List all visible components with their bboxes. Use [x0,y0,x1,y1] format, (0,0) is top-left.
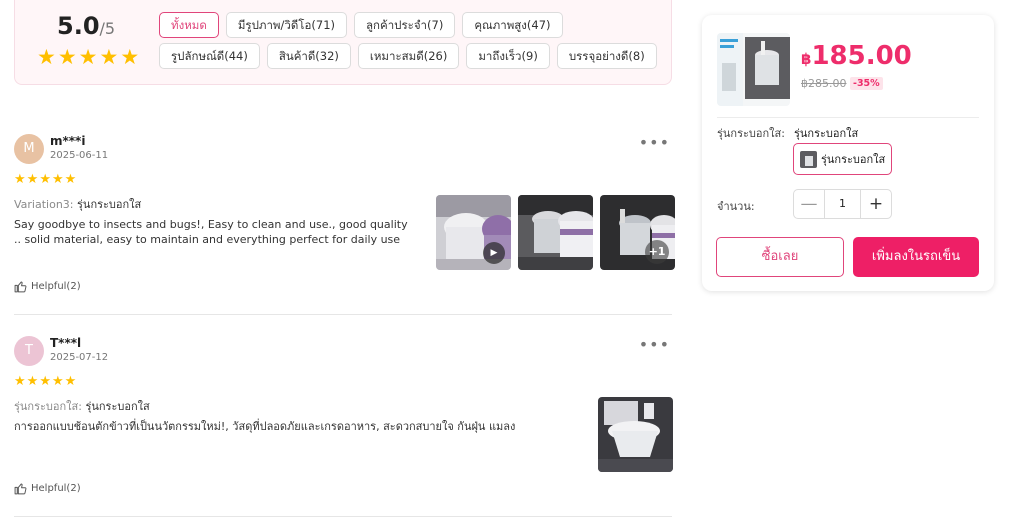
helpful-button[interactable]: Helpful(2) [14,482,81,495]
more-options-icon[interactable]: ••• [639,133,670,152]
star-icon: ★ [78,45,98,69]
review-media: ▶ +1 [436,195,675,270]
review-item: T T***l 2025-07-12 ••• ★ ★ ★ ★ ★ รุ่นกระบอกใ… [14,332,673,517]
play-icon: ▶ [483,242,505,264]
discount-badge: -35% [850,77,883,90]
star-icon: ★ [64,172,77,187]
current-price: ฿185.00 [801,41,912,71]
star-icon: ★ [39,374,51,389]
star-icon: ★ [120,45,140,69]
variation-option-label: รุ่นกระบอกใส [821,153,886,166]
purchase-card: ฿185.00 ฿285.00 -35% รุ่นกระบอกใส: รุ่นก… [702,15,994,291]
buy-now-button[interactable]: ซื้อเลย [716,237,844,277]
decrease-quantity-button[interactable]: — [794,190,824,218]
review-variation: Variation3: รุ่นกระบอกใส [14,198,142,211]
helpful-count: Helpful(2) [31,483,81,494]
divider [717,117,979,118]
quantity-input[interactable]: 1 [824,190,861,218]
star-icon: ★ [14,172,26,187]
quantity-label: จำนวน: [717,200,755,213]
star-icon: ★ [39,172,51,187]
reviewer-name: m***i [50,134,86,148]
more-options-icon[interactable]: ••• [639,335,670,354]
thumbs-up-icon [14,483,27,495]
rating-summary: 5.0/5 ★ ★ ★ ★ ★ ทั้งหมด มีรูปภาพ/วิดีโอ(… [14,0,672,85]
summary-stars: ★ ★ ★ ★ ★ [37,47,139,68]
review-text: การออกแบบช้อนตักข้าวที่เป็นนวัตกรรมใหม่!… [14,420,516,433]
filter-regular-customers[interactable]: ลูกค้าประจำ(7) [354,12,456,38]
product-photo [717,33,790,106]
star-icon: ★ [99,45,119,69]
variation-option[interactable]: รุ่นกระบอกใส [793,143,892,175]
filter-high-quality[interactable]: คุณภาพสูง(47) [462,12,563,38]
avatar: M [14,134,44,164]
variation-label: รุ่นกระบอกใส: [717,127,785,140]
review-stars: ★ ★ ★ ★ ★ [14,375,76,388]
filter-suitable[interactable]: เหมาะสมดี(26) [357,43,460,69]
review-photo-thumbnail[interactable] [598,397,673,472]
star-icon: ★ [26,172,39,187]
review-photo-thumbnail[interactable]: +1 [600,195,675,270]
product-image[interactable] [717,33,790,106]
review-date: 2025-07-12 [50,352,109,363]
review-media [598,397,673,472]
helpful-button[interactable]: Helpful(2) [14,280,81,293]
review-variation: รุ่นกระบอกใส: รุ่นกระบอกใส [14,400,150,413]
filter-well-packed[interactable]: บรรจุอย่างดี(8) [556,43,657,69]
product-photo [518,195,593,270]
star-icon: ★ [26,374,39,389]
average-score: 5.0/5 [57,12,116,40]
thumbs-up-icon [14,281,27,293]
star-icon: ★ [37,45,56,69]
review-date: 2025-06-11 [50,150,109,161]
variation-selected-value: รุ่นกระบอกใส [794,127,859,140]
product-photo [800,150,817,168]
reviewer-name: T***l [50,336,82,350]
review-stars: ★ ★ ★ ★ ★ [14,173,76,186]
variation-thumbnail [800,150,817,168]
review-video-thumbnail[interactable]: ▶ [436,195,511,270]
filter-good-looking[interactable]: รูปลักษณ์ดี(44) [159,43,260,69]
product-review-page: 5.0/5 ★ ★ ★ ★ ★ ทั้งหมด มีรูปภาพ/วิดีโอ(… [0,0,1024,525]
quantity-stepper: — 1 + [793,189,892,219]
filter-fast-delivery[interactable]: มาถึงเร็ว(9) [466,43,550,69]
filter-good-product[interactable]: สินค้าดี(32) [266,43,351,69]
star-icon: ★ [64,374,77,389]
star-icon: ★ [51,374,64,389]
review-text: Say goodbye to insects and bugs!, Easy t… [14,218,408,246]
filter-with-media[interactable]: มีรูปภาพ/วิดีโอ(71) [225,12,347,38]
review-filters: ทั้งหมด มีรูปภาพ/วิดีโอ(71) ลูกค้าประจำ(… [159,12,669,69]
review-item: M m***i 2025-06-11 ••• ★ ★ ★ ★ ★ Variation3:… [14,130,675,315]
filter-all[interactable]: ทั้งหมด [159,12,219,38]
star-icon: ★ [51,172,64,187]
product-photo [598,397,673,472]
star-icon: ★ [57,45,77,69]
add-to-cart-button[interactable]: เพิ่มลงในรถเข็น [853,237,979,277]
avatar: T [14,336,44,366]
more-media-count: +1 [645,240,669,264]
increase-quantity-button[interactable]: + [861,190,891,218]
original-price: ฿285.00 [801,77,847,90]
star-icon: ★ [14,374,26,389]
helpful-count: Helpful(2) [31,281,81,292]
review-photo-thumbnail[interactable] [518,195,593,270]
